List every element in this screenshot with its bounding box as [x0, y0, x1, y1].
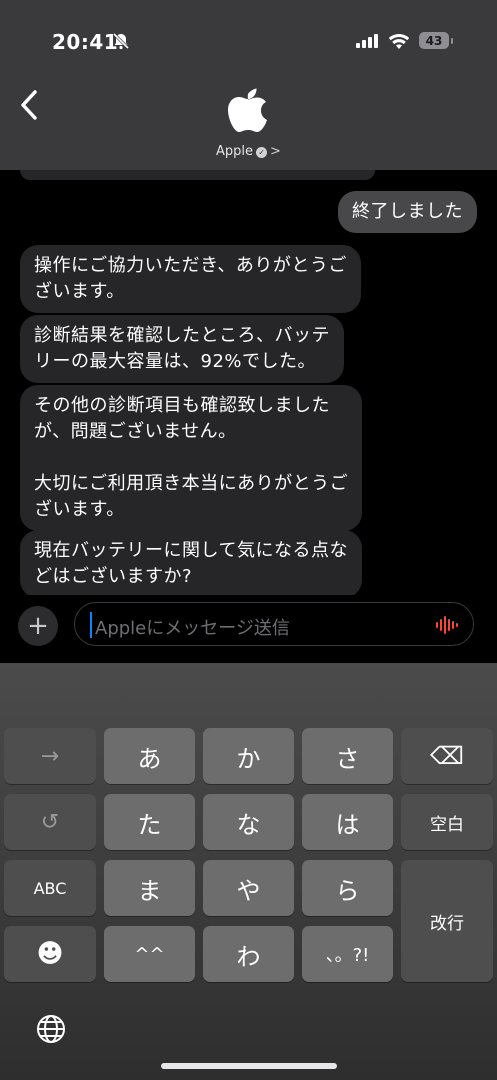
contact-name-row[interactable]: Apple ✓ >: [0, 144, 497, 159]
wifi-icon: [388, 33, 410, 49]
key-punctuation[interactable]: 、。?!: [302, 926, 393, 982]
message-bubble-incoming[interactable]: その他の診断項目も確認致しました が、問題ございません。 大切にご利用頂き本当に…: [20, 385, 363, 531]
key-kaomoji[interactable]: ^^: [104, 926, 195, 982]
key-ma[interactable]: ま: [104, 860, 195, 916]
voice-waveform-icon[interactable]: [435, 615, 459, 635]
message-bubble-incoming[interactable]: 診断結果を確認したところ、バッテ リーの最大容量は、92%でした。: [20, 315, 344, 383]
message-input[interactable]: Appleにメッセージ送信: [74, 602, 474, 646]
plus-icon: +: [27, 611, 49, 641]
back-chevron-icon[interactable]: [16, 88, 42, 122]
abc-key[interactable]: ABC: [4, 860, 96, 916]
key-ta[interactable]: た: [104, 794, 195, 850]
key-next-arrow[interactable]: →: [4, 728, 96, 784]
key-ka[interactable]: か: [203, 728, 294, 784]
apple-logo-icon[interactable]: [223, 78, 273, 134]
contact-name: Apple: [216, 144, 254, 159]
composer-bar: + Appleにメッセージ送信: [0, 595, 497, 663]
message-bubble-outgoing[interactable]: 終了しました: [338, 191, 477, 233]
text-caret: [90, 612, 92, 638]
key-na[interactable]: な: [203, 794, 294, 850]
key-ha[interactable]: は: [302, 794, 393, 850]
key-sa[interactable]: さ: [302, 728, 393, 784]
status-time: 20:41: [52, 30, 119, 54]
key-ya[interactable]: や: [203, 860, 294, 916]
cellular-signal-icon: [356, 34, 378, 48]
undo-key[interactable]: ↺: [4, 794, 96, 850]
key-ra[interactable]: ら: [302, 860, 393, 916]
return-key[interactable]: 改行: [401, 860, 493, 982]
battery-indicator: 43: [419, 32, 453, 49]
message-bubble-incoming[interactable]: 現在バッテリーに関して気になる点な どはございますか?: [20, 530, 362, 595]
globe-icon[interactable]: [35, 1013, 67, 1045]
conversation-header: 20:41 43 Apple ✓ >: [0, 0, 497, 170]
home-indicator: [161, 1063, 337, 1069]
message-bubble-incoming[interactable]: 操作にご協力いただき、ありがとうご ざいます。: [20, 245, 361, 313]
emoji-key[interactable]: ☻: [4, 926, 96, 982]
add-attachment-button[interactable]: +: [18, 606, 58, 646]
space-key[interactable]: 空白: [401, 794, 493, 850]
message-list[interactable]: 終了しました 操作にご協力いただき、ありがとうご ざいます。 診断結果を確認した…: [0, 170, 497, 595]
chevron-right-icon: >: [270, 144, 281, 159]
message-input-placeholder: Appleにメッセージ送信: [95, 618, 290, 639]
key-wa[interactable]: わ: [203, 926, 294, 982]
japanese-flick-keyboard: → あ か さ ⌫ ↺ た な は 空白 ABC ま や ら 改行 ☻ ^^ わ…: [0, 663, 497, 1080]
verified-badge-icon: ✓: [256, 147, 268, 158]
delete-key[interactable]: ⌫: [401, 728, 493, 784]
silent-bell-icon: [112, 32, 130, 50]
key-a[interactable]: あ: [104, 728, 195, 784]
previous-message-bubble: [20, 170, 375, 180]
